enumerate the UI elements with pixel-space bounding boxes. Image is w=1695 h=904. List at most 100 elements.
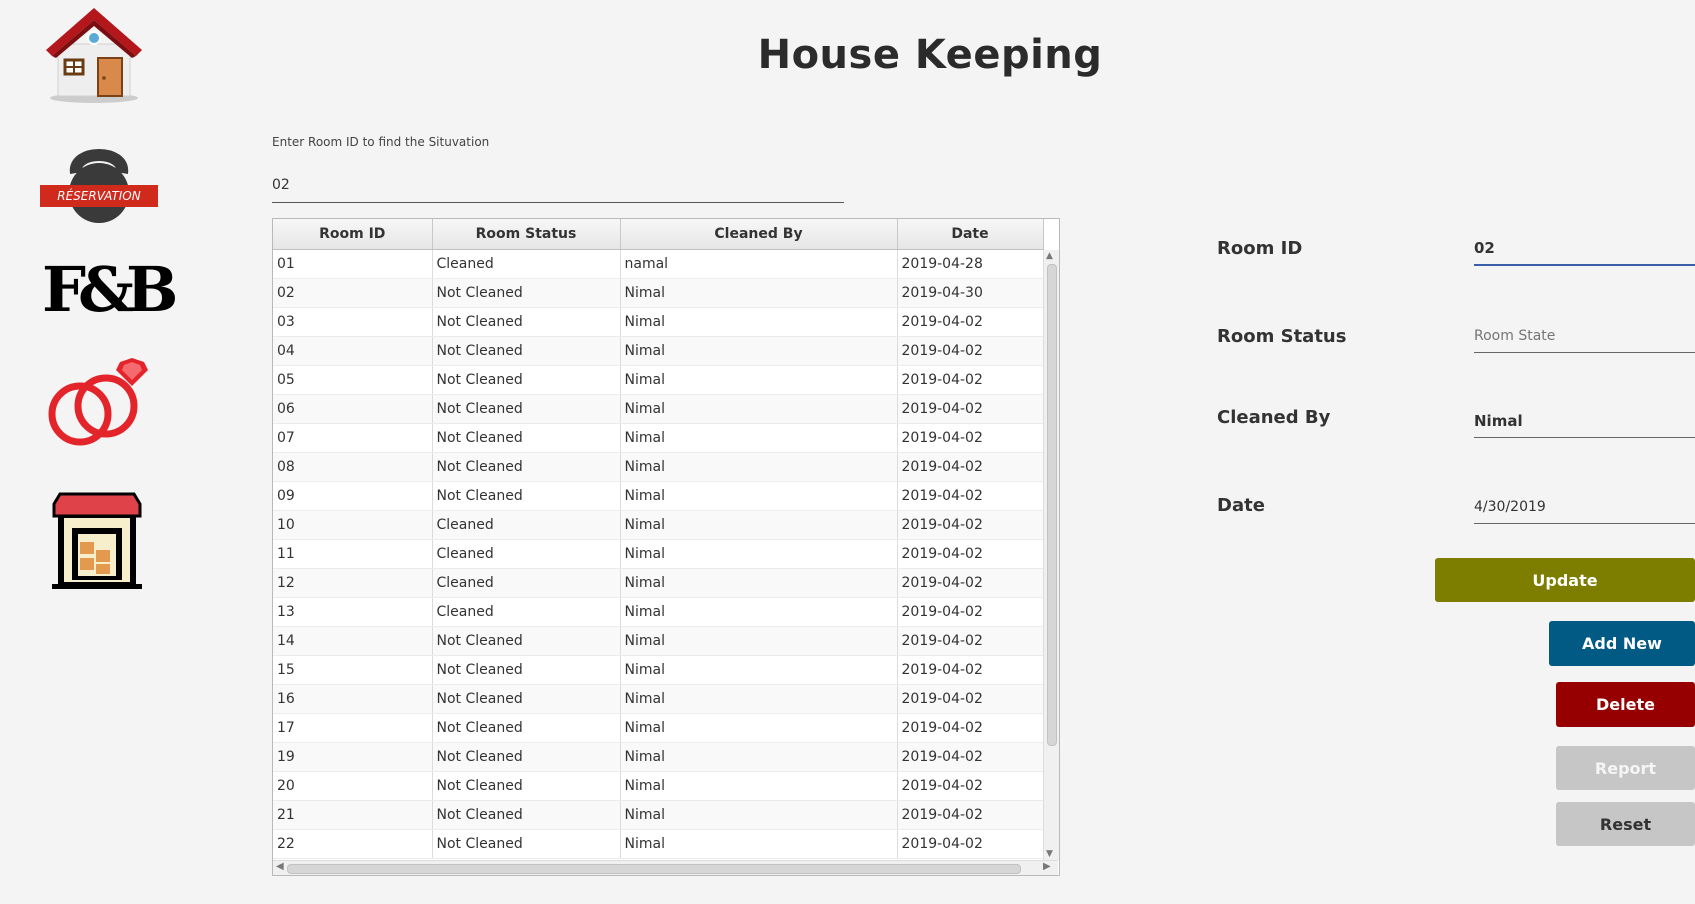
room-id-cell: 14 [273,626,433,656]
date-cell: 2019-04-02 [897,684,1044,714]
table-row[interactable]: 04 Not Cleaned Nimal 2019-04-02 [273,336,1044,366]
vertical-scrollbar[interactable]: ▲ ▼ [1043,250,1059,860]
room-status-field[interactable] [1474,320,1695,353]
column-header-room-status[interactable]: Room Status [432,219,621,250]
reset-button[interactable]: Reset [1556,802,1695,846]
column-header-cleaned-by[interactable]: Cleaned By [620,219,898,250]
cleaned-by-field[interactable] [1474,405,1695,438]
table-row[interactable]: 01 Cleaned namal 2019-04-28 [273,249,1044,279]
room-id-cell: 17 [273,713,433,743]
table-row[interactable]: 06 Not Cleaned Nimal 2019-04-02 [273,394,1044,424]
table-header-row: Room ID Room Status Cleaned By Date [273,219,1044,250]
cleaned-by-cell: Nimal [620,452,898,482]
table-row[interactable]: 22 Not Cleaned Nimal 2019-04-02 [273,829,1044,859]
table-row[interactable]: 17 Not Cleaned Nimal 2019-04-02 [273,713,1044,743]
room-id-cell: 19 [273,742,433,772]
room-status-cell: Cleaned [432,568,621,598]
date-cell: 2019-04-02 [897,829,1044,859]
column-header-date[interactable]: Date [897,219,1044,250]
vertical-scroll-thumb[interactable] [1047,264,1057,746]
date-cell: 2019-04-02 [897,568,1044,598]
table-row[interactable]: 16 Not Cleaned Nimal 2019-04-02 [273,684,1044,714]
room-id-field[interactable] [1474,232,1695,266]
cleaned-by-cell: Nimal [620,423,898,453]
cleaned-by-cell: Nimal [620,365,898,395]
table-row[interactable]: 02 Not Cleaned Nimal 2019-04-30 [273,278,1044,308]
room-id-cell: 15 [273,655,433,685]
cleaned-by-label: Cleaned By [1217,407,1331,428]
room-status-cell: Cleaned [432,539,621,569]
date-cell: 2019-04-02 [897,742,1044,772]
table-row[interactable]: 08 Not Cleaned Nimal 2019-04-02 [273,452,1044,482]
room-status-cell: Not Cleaned [432,713,621,743]
room-search-input[interactable] [272,168,844,203]
date-cell: 2019-04-02 [897,626,1044,656]
scroll-up-icon[interactable]: ▲ [1046,251,1053,261]
table-row[interactable]: 09 Not Cleaned Nimal 2019-04-02 [273,481,1044,511]
wedding-rings-icon[interactable] [44,356,148,448]
room-status-cell: Not Cleaned [432,655,621,685]
delete-button[interactable]: Delete [1556,682,1695,727]
room-id-cell: 11 [273,539,433,569]
date-cell: 2019-04-02 [897,539,1044,569]
add-new-button[interactable]: Add New [1549,621,1695,666]
scroll-down-icon[interactable]: ▼ [1046,849,1053,859]
horizontal-scroll-thumb[interactable] [287,864,1021,874]
room-id-cell: 05 [273,365,433,395]
table-row[interactable]: 14 Not Cleaned Nimal 2019-04-02 [273,626,1044,656]
room-status-cell: Not Cleaned [432,452,621,482]
update-button[interactable]: Update [1435,558,1695,602]
room-id-cell: 09 [273,481,433,511]
cleaned-by-cell: Nimal [620,481,898,511]
room-status-cell: Not Cleaned [432,626,621,656]
table-row[interactable]: 03 Not Cleaned Nimal 2019-04-02 [273,307,1044,337]
table-row[interactable]: 11 Cleaned Nimal 2019-04-02 [273,539,1044,569]
date-cell: 2019-04-30 [897,278,1044,308]
room-status-cell: Cleaned [432,597,621,627]
scroll-left-icon[interactable]: ◀ [276,861,284,872]
table-row[interactable]: 07 Not Cleaned Nimal 2019-04-02 [273,423,1044,453]
room-id-cell: 10 [273,510,433,540]
table-row[interactable]: 19 Not Cleaned Nimal 2019-04-02 [273,742,1044,772]
room-status-cell: Cleaned [432,249,621,279]
room-id-cell: 04 [273,336,433,366]
table-row[interactable]: 05 Not Cleaned Nimal 2019-04-02 [273,365,1044,395]
cleaned-by-cell: Nimal [620,307,898,337]
table-row[interactable]: 13 Cleaned Nimal 2019-04-02 [273,597,1044,627]
room-status-cell: Not Cleaned [432,481,621,511]
table-row[interactable]: 12 Cleaned Nimal 2019-04-02 [273,568,1044,598]
room-status-cell: Not Cleaned [432,684,621,714]
room-status-cell: Not Cleaned [432,829,621,859]
table-row[interactable]: 20 Not Cleaned Nimal 2019-04-02 [273,771,1044,801]
room-id-cell: 08 [273,452,433,482]
fnb-icon[interactable]: F&B [42,258,178,322]
cleaned-by-cell: Nimal [620,800,898,830]
kettlebell-icon[interactable]: RÉSERVATION [40,143,158,225]
column-header-room-id[interactable]: Room ID [273,219,433,250]
date-cell: 2019-04-02 [897,452,1044,482]
table-row[interactable]: 21 Not Cleaned Nimal 2019-04-02 [273,800,1044,830]
cleaned-by-cell: Nimal [620,713,898,743]
report-button[interactable]: Report [1556,746,1695,790]
table-row[interactable]: 10 Cleaned Nimal 2019-04-02 [273,510,1044,540]
date-cell: 2019-04-02 [897,771,1044,801]
cleaned-by-cell: Nimal [620,684,898,714]
cleaned-by-cell: Nimal [620,829,898,859]
horizontal-scrollbar[interactable]: ◀ ▶ [273,860,1058,875]
cleaned-by-cell: Nimal [620,771,898,801]
room-id-cell: 13 [273,597,433,627]
search-label: Enter Room ID to find the Situvation [272,135,490,149]
reservation-label: RÉSERVATION [57,189,141,203]
cleaned-by-cell: Nimal [620,336,898,366]
home-icon[interactable] [44,4,148,104]
store-icon[interactable] [50,492,144,590]
room-status-cell: Not Cleaned [432,394,621,424]
date-cell: 2019-04-02 [897,655,1044,685]
date-field[interactable] [1474,491,1695,524]
room-status-cell: Not Cleaned [432,423,621,453]
scroll-right-icon[interactable]: ▶ [1043,861,1051,872]
sidebar-nav: RÉSERVATION F&B [0,0,200,904]
date-cell: 2019-04-02 [897,336,1044,366]
table-row[interactable]: 15 Not Cleaned Nimal 2019-04-02 [273,655,1044,685]
room-id-label: Room ID [1217,238,1303,259]
